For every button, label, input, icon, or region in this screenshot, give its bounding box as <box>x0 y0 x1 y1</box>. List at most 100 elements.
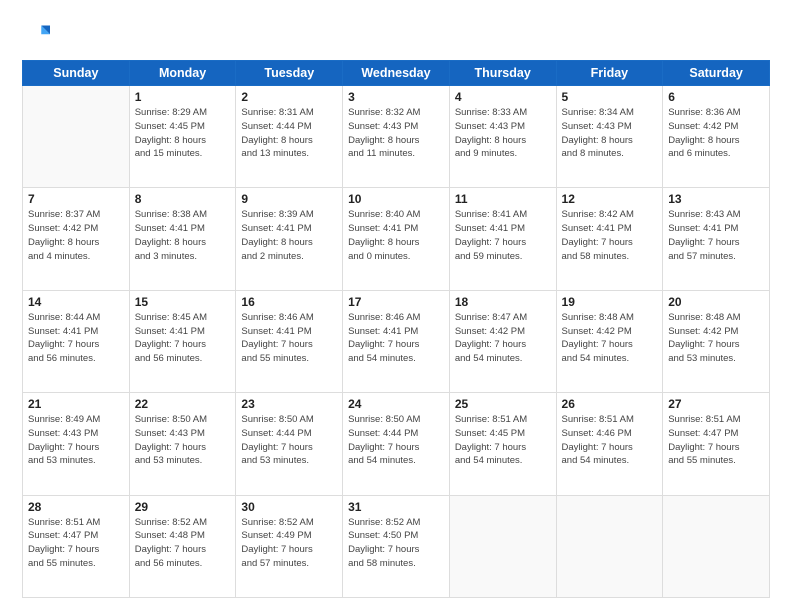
day-number: 7 <box>28 192 124 206</box>
weekday-header-thursday: Thursday <box>449 61 556 86</box>
day-info: Sunrise: 8:46 AMSunset: 4:41 PMDaylight:… <box>348 311 444 366</box>
day-info: Sunrise: 8:44 AMSunset: 4:41 PMDaylight:… <box>28 311 124 366</box>
week-row-3: 14 Sunrise: 8:44 AMSunset: 4:41 PMDayligh… <box>23 290 770 392</box>
day-info: Sunrise: 8:36 AMSunset: 4:42 PMDaylight:… <box>668 106 764 161</box>
calendar-cell: 31 Sunrise: 8:52 AMSunset: 4:50 PMDayligh… <box>343 495 450 597</box>
day-number: 12 <box>562 192 658 206</box>
calendar-table: SundayMondayTuesdayWednesdayThursdayFrid… <box>22 60 770 598</box>
day-number: 9 <box>241 192 337 206</box>
calendar-cell <box>449 495 556 597</box>
calendar-cell <box>556 495 663 597</box>
weekday-header-row: SundayMondayTuesdayWednesdayThursdayFrid… <box>23 61 770 86</box>
calendar-cell: 28Sunrise: 8:51 AMSunset: 4:47 PMDayligh… <box>23 495 130 597</box>
weekday-header-friday: Friday <box>556 61 663 86</box>
calendar-cell: 5 Sunrise: 8:34 AMSunset: 4:43 PMDaylight… <box>556 86 663 188</box>
day-info: Sunrise: 8:50 AMSunset: 4:44 PMDaylight:… <box>241 413 337 468</box>
calendar-cell: 3 Sunrise: 8:32 AMSunset: 4:43 PMDaylight… <box>343 86 450 188</box>
day-number: 27 <box>668 397 764 411</box>
logo-icon <box>22 22 50 50</box>
calendar-cell: 7 Sunrise: 8:37 AMSunset: 4:42 PMDaylight… <box>23 188 130 290</box>
day-number: 24 <box>348 397 444 411</box>
day-info: Sunrise: 8:40 AMSunset: 4:41 PMDaylight:… <box>348 208 444 263</box>
calendar-cell: 29 Sunrise: 8:52 AMSunset: 4:48 PMDayligh… <box>129 495 236 597</box>
day-info: Sunrise: 8:45 AMSunset: 4:41 PMDaylight:… <box>135 311 231 366</box>
week-row-4: 21 Sunrise: 8:49 AMSunset: 4:43 PMDayligh… <box>23 393 770 495</box>
day-number: 31 <box>348 500 444 514</box>
calendar-cell: 19 Sunrise: 8:48 AMSunset: 4:42 PMDayligh… <box>556 290 663 392</box>
page: SundayMondayTuesdayWednesdayThursdayFrid… <box>0 0 792 612</box>
day-info: Sunrise: 8:52 AMSunset: 4:49 PMDaylight:… <box>241 516 337 571</box>
calendar-cell: 26 Sunrise: 8:51 AMSunset: 4:46 PMDayligh… <box>556 393 663 495</box>
day-number: 26 <box>562 397 658 411</box>
day-info: Sunrise: 8:31 AMSunset: 4:44 PMDaylight:… <box>241 106 337 161</box>
day-info: Sunrise: 8:51 AMSunset: 4:45 PMDaylight:… <box>455 413 551 468</box>
day-info: Sunrise: 8:42 AMSunset: 4:41 PMDaylight:… <box>562 208 658 263</box>
day-number: 17 <box>348 295 444 309</box>
calendar-cell: 9Sunrise: 8:39 AMSunset: 4:41 PMDaylight… <box>236 188 343 290</box>
day-info: Sunrise: 8:52 AMSunset: 4:50 PMDaylight:… <box>348 516 444 571</box>
calendar-cell: 16Sunrise: 8:46 AMSunset: 4:41 PMDayligh… <box>236 290 343 392</box>
day-info: Sunrise: 8:52 AMSunset: 4:48 PMDaylight:… <box>135 516 231 571</box>
day-number: 8 <box>135 192 231 206</box>
day-number: 13 <box>668 192 764 206</box>
day-number: 6 <box>668 90 764 104</box>
calendar-cell: 4 Sunrise: 8:33 AMSunset: 4:43 PMDaylight… <box>449 86 556 188</box>
day-number: 10 <box>348 192 444 206</box>
calendar-cell: 20 Sunrise: 8:48 AMSunset: 4:42 PMDayligh… <box>663 290 770 392</box>
day-info: Sunrise: 8:51 AMSunset: 4:46 PMDaylight:… <box>562 413 658 468</box>
day-number: 30 <box>241 500 337 514</box>
day-number: 5 <box>562 90 658 104</box>
calendar-cell: 27 Sunrise: 8:51 AMSunset: 4:47 PMDayligh… <box>663 393 770 495</box>
day-info: Sunrise: 8:37 AMSunset: 4:42 PMDaylight:… <box>28 208 124 263</box>
day-number: 14 <box>28 295 124 309</box>
day-number: 23 <box>241 397 337 411</box>
day-info: Sunrise: 8:33 AMSunset: 4:43 PMDaylight:… <box>455 106 551 161</box>
day-number: 3 <box>348 90 444 104</box>
day-info: Sunrise: 8:32 AMSunset: 4:43 PMDaylight:… <box>348 106 444 161</box>
day-info: Sunrise: 8:48 AMSunset: 4:42 PMDaylight:… <box>668 311 764 366</box>
calendar-cell: 22Sunrise: 8:50 AMSunset: 4:43 PMDayligh… <box>129 393 236 495</box>
weekday-header-monday: Monday <box>129 61 236 86</box>
calendar-cell: 25 Sunrise: 8:51 AMSunset: 4:45 PMDayligh… <box>449 393 556 495</box>
day-info: Sunrise: 8:43 AMSunset: 4:41 PMDaylight:… <box>668 208 764 263</box>
weekday-header-saturday: Saturday <box>663 61 770 86</box>
day-number: 4 <box>455 90 551 104</box>
week-row-1: 1Sunrise: 8:29 AMSunset: 4:45 PMDaylight… <box>23 86 770 188</box>
day-info: Sunrise: 8:38 AMSunset: 4:41 PMDaylight:… <box>135 208 231 263</box>
calendar-cell: 10 Sunrise: 8:40 AMSunset: 4:41 PMDayligh… <box>343 188 450 290</box>
day-info: Sunrise: 8:34 AMSunset: 4:43 PMDaylight:… <box>562 106 658 161</box>
week-row-2: 7 Sunrise: 8:37 AMSunset: 4:42 PMDaylight… <box>23 188 770 290</box>
day-info: Sunrise: 8:50 AMSunset: 4:44 PMDaylight:… <box>348 413 444 468</box>
calendar-cell <box>663 495 770 597</box>
week-row-5: 28Sunrise: 8:51 AMSunset: 4:47 PMDayligh… <box>23 495 770 597</box>
day-info: Sunrise: 8:48 AMSunset: 4:42 PMDaylight:… <box>562 311 658 366</box>
calendar-cell: 17 Sunrise: 8:46 AMSunset: 4:41 PMDayligh… <box>343 290 450 392</box>
day-number: 19 <box>562 295 658 309</box>
day-number: 22 <box>135 397 231 411</box>
calendar-cell: 11 Sunrise: 8:41 AMSunset: 4:41 PMDayligh… <box>449 188 556 290</box>
day-number: 29 <box>135 500 231 514</box>
calendar-cell: 2Sunrise: 8:31 AMSunset: 4:44 PMDaylight… <box>236 86 343 188</box>
day-info: Sunrise: 8:41 AMSunset: 4:41 PMDaylight:… <box>455 208 551 263</box>
day-info: Sunrise: 8:51 AMSunset: 4:47 PMDaylight:… <box>668 413 764 468</box>
day-info: Sunrise: 8:49 AMSunset: 4:43 PMDaylight:… <box>28 413 124 468</box>
day-number: 11 <box>455 192 551 206</box>
calendar-cell: 18 Sunrise: 8:47 AMSunset: 4:42 PMDayligh… <box>449 290 556 392</box>
calendar-cell: 8 Sunrise: 8:38 AMSunset: 4:41 PMDaylight… <box>129 188 236 290</box>
day-number: 28 <box>28 500 124 514</box>
weekday-header-sunday: Sunday <box>23 61 130 86</box>
calendar-cell: 21 Sunrise: 8:49 AMSunset: 4:43 PMDayligh… <box>23 393 130 495</box>
day-number: 21 <box>28 397 124 411</box>
day-number: 25 <box>455 397 551 411</box>
calendar-cell: 24 Sunrise: 8:50 AMSunset: 4:44 PMDayligh… <box>343 393 450 495</box>
day-info: Sunrise: 8:29 AMSunset: 4:45 PMDaylight:… <box>135 106 231 161</box>
day-number: 20 <box>668 295 764 309</box>
day-number: 18 <box>455 295 551 309</box>
weekday-header-tuesday: Tuesday <box>236 61 343 86</box>
calendar-cell: 6 Sunrise: 8:36 AMSunset: 4:42 PMDaylight… <box>663 86 770 188</box>
day-info: Sunrise: 8:47 AMSunset: 4:42 PMDaylight:… <box>455 311 551 366</box>
day-info: Sunrise: 8:46 AMSunset: 4:41 PMDaylight:… <box>241 311 337 366</box>
calendar-cell: 13 Sunrise: 8:43 AMSunset: 4:41 PMDayligh… <box>663 188 770 290</box>
calendar-cell: 14 Sunrise: 8:44 AMSunset: 4:41 PMDayligh… <box>23 290 130 392</box>
calendar-cell: 23 Sunrise: 8:50 AMSunset: 4:44 PMDayligh… <box>236 393 343 495</box>
